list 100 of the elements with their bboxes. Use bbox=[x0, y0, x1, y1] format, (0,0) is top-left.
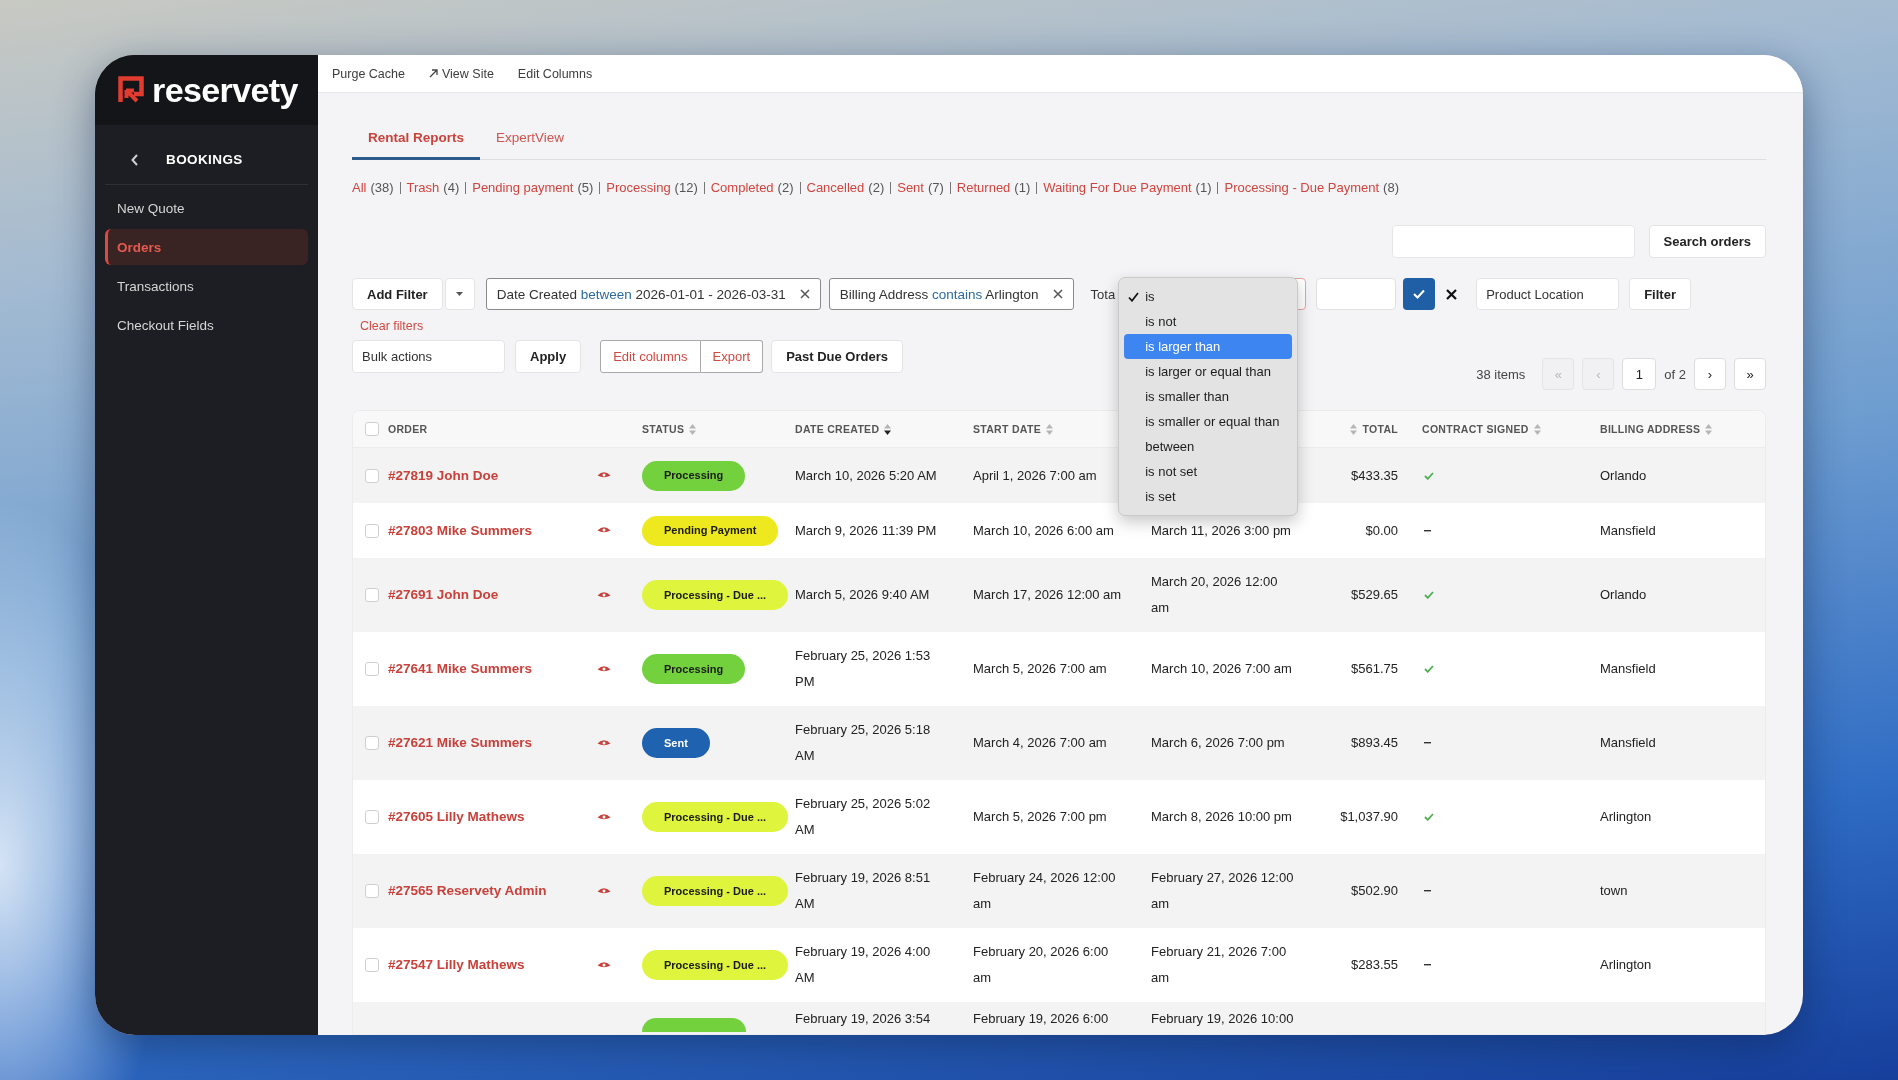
sidebar-item[interactable]: Checkout Fields bbox=[105, 307, 308, 343]
row-checkbox[interactable] bbox=[365, 958, 379, 972]
toolbar-link[interactable]: Purge Cache bbox=[332, 66, 405, 81]
filter-menu-button[interactable] bbox=[444, 278, 475, 310]
status-filter-link[interactable]: Completed bbox=[710, 180, 774, 196]
close-icon[interactable] bbox=[1446, 288, 1458, 300]
status-filter-link[interactable]: Pending payment bbox=[472, 180, 574, 196]
eye-icon[interactable] bbox=[597, 664, 611, 674]
past-due-orders-button[interactable]: Past Due Orders bbox=[771, 340, 903, 373]
clear-filters-link[interactable]: Clear filters bbox=[360, 318, 424, 334]
date-created-cell-text: February 25, 2026 5:02 AM bbox=[795, 795, 932, 839]
back-chevron-icon[interactable] bbox=[131, 153, 138, 166]
page-nav-button[interactable]: » bbox=[1734, 358, 1766, 390]
row-checkbox[interactable] bbox=[365, 662, 379, 676]
tab[interactable]: ExpertView bbox=[480, 120, 581, 160]
dropdown-option[interactable]: is bbox=[1124, 284, 1293, 309]
eye-icon[interactable] bbox=[597, 471, 611, 480]
add-filter-button[interactable]: Add Filter bbox=[352, 278, 443, 310]
search-field[interactable] bbox=[1391, 225, 1635, 258]
search-button[interactable]: Search orders bbox=[1648, 225, 1766, 258]
status-filter-link[interactable]: Cancelled bbox=[806, 180, 865, 196]
section-title: BOOKINGS bbox=[166, 152, 243, 167]
sidebar-item[interactable]: Orders bbox=[105, 229, 308, 265]
status-filter-link[interactable]: All bbox=[352, 180, 367, 196]
row-checkbox[interactable] bbox=[365, 468, 379, 483]
date-created-cell-text: February 19, 2026 4:00 AM bbox=[795, 943, 932, 987]
eye-icon[interactable] bbox=[597, 738, 611, 748]
toolbar-button[interactable]: Export bbox=[700, 340, 764, 373]
bulk-actions-select[interactable]: Bulk actions bbox=[352, 340, 505, 373]
remove-filter-icon[interactable] bbox=[1052, 289, 1063, 299]
caret-icon bbox=[456, 292, 464, 296]
toolbar-link[interactable]: Edit Columns bbox=[517, 66, 593, 81]
billing-address-cell-text: Mansfield bbox=[1600, 521, 1656, 540]
row-checkbox[interactable] bbox=[365, 588, 379, 602]
total-cell-text: $433.35 bbox=[1351, 466, 1398, 485]
dropdown-option[interactable]: is smaller than bbox=[1124, 384, 1293, 409]
status-filter-link[interactable]: Waiting For Due Payment bbox=[1043, 180, 1192, 196]
status-pill: Processing - Due ... bbox=[642, 950, 789, 980]
page-nav-button[interactable]: › bbox=[1694, 358, 1726, 390]
sidebar-item[interactable]: New Quote bbox=[105, 190, 308, 226]
toolbar-button[interactable]: Edit columns bbox=[600, 340, 701, 373]
order-link[interactable]: #27819 John Doe bbox=[388, 462, 499, 489]
dropdown-option[interactable]: is smaller or equal than bbox=[1124, 409, 1293, 434]
start-date-cell-text: February 19, 2026 6:00 bbox=[973, 1010, 1109, 1028]
row-checkbox[interactable] bbox=[365, 736, 379, 750]
eye-icon[interactable] bbox=[597, 886, 611, 896]
order-link[interactable]: #27803 Mike Summers bbox=[388, 517, 533, 544]
status-filter-link[interactable]: Trash bbox=[406, 180, 440, 196]
remove-filter-icon[interactable] bbox=[799, 289, 810, 299]
total-cell-text: $283.55 bbox=[1351, 956, 1398, 974]
row-checkbox[interactable] bbox=[365, 523, 379, 538]
column-header[interactable]: DATE CREATED bbox=[795, 423, 880, 435]
order-link[interactable]: #27691 John Doe bbox=[388, 582, 499, 608]
confirm-button[interactable] bbox=[1403, 278, 1436, 310]
status-filter-link[interactable]: Returned bbox=[956, 180, 1011, 196]
apply-button[interactable]: Apply bbox=[515, 340, 582, 373]
column-header[interactable]: STATUS bbox=[642, 423, 685, 435]
toolbar-link[interactable]: View Site bbox=[428, 66, 494, 81]
billing-address-cell-text: Orlando bbox=[1600, 466, 1647, 485]
sort-icon[interactable] bbox=[884, 423, 892, 435]
dropdown-option[interactable]: between bbox=[1124, 434, 1293, 459]
order-link[interactable]: #27605 Lilly Mathews bbox=[388, 804, 525, 830]
row-checkbox[interactable] bbox=[365, 884, 379, 898]
billing-address-cell-text: Mansfield bbox=[1600, 734, 1656, 752]
eye-icon[interactable] bbox=[597, 590, 611, 600]
status-filter-link[interactable]: Processing - Due Payment bbox=[1224, 180, 1380, 196]
sidebar-item[interactable]: Transactions bbox=[105, 268, 308, 304]
page-field[interactable]: 1 bbox=[1622, 358, 1657, 390]
dropdown-option[interactable]: is larger than bbox=[1124, 334, 1293, 359]
dropdown-option[interactable]: is not set bbox=[1124, 459, 1293, 484]
column-header[interactable]: START DATE bbox=[973, 423, 1041, 435]
select-all-checkbox[interactable] bbox=[365, 422, 379, 436]
column-header[interactable]: CONTRACT SIGNED bbox=[1422, 423, 1529, 435]
eye-icon[interactable] bbox=[597, 960, 611, 970]
column-header[interactable]: TOTAL bbox=[1362, 423, 1398, 435]
logo-mark-icon bbox=[118, 76, 144, 104]
date-created-cell-text: February 25, 2026 5:18 AM bbox=[795, 721, 932, 765]
order-link[interactable]: #27621 Mike Summers bbox=[388, 730, 533, 756]
dropdown-option[interactable]: is not bbox=[1124, 309, 1293, 334]
column-header[interactable]: BILLING ADDRESS bbox=[1600, 423, 1701, 435]
eye-icon[interactable] bbox=[597, 526, 611, 535]
filter-button[interactable]: Filter bbox=[1629, 278, 1691, 310]
row-checkbox[interactable] bbox=[365, 810, 379, 824]
dropdown-option[interactable]: is set bbox=[1124, 484, 1293, 509]
item-count: 38 items bbox=[1476, 366, 1526, 382]
end-date-cell-text: February 21, 2026 7:00 am bbox=[1151, 943, 1288, 987]
filter-count: (1) bbox=[1014, 180, 1031, 196]
amount-field[interactable] bbox=[1316, 278, 1397, 310]
status-filter-link[interactable]: Processing bbox=[606, 180, 671, 196]
eye-icon[interactable] bbox=[597, 812, 611, 822]
order-link[interactable]: #27565 Reservety Admin bbox=[388, 878, 547, 904]
filter-chip-label: Billing Address contains Arlington bbox=[839, 286, 1039, 302]
order-link[interactable]: #27547 Lilly Mathews bbox=[388, 952, 525, 978]
location-select[interactable]: Product Location bbox=[1476, 278, 1620, 310]
order-link[interactable]: #27641 Mike Summers bbox=[388, 656, 533, 682]
status-filter-link[interactable]: Sent bbox=[897, 180, 924, 196]
total-cell-text: $561.75 bbox=[1351, 660, 1398, 678]
end-date-cell-text: March 20, 2026 12:00 am bbox=[1151, 573, 1279, 617]
tab[interactable]: Rental Reports bbox=[352, 120, 481, 160]
dropdown-option[interactable]: is larger or equal than bbox=[1124, 359, 1293, 384]
